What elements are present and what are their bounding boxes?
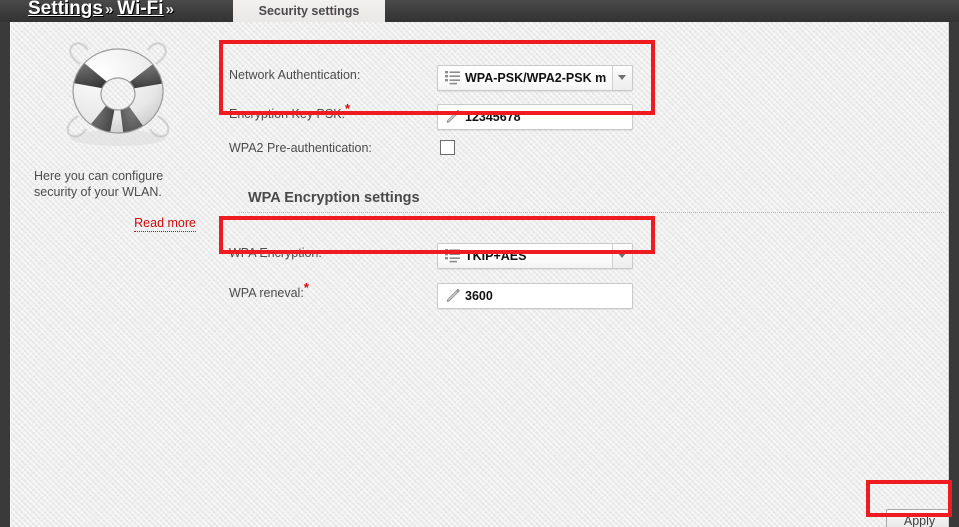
label-wpa-reneval: WPA reneval:* — [229, 281, 309, 300]
select-wpa-encryption[interactable]: TKIP+AES — [437, 243, 633, 269]
input-encryption-key-psk[interactable]: 12345678 — [437, 104, 633, 130]
read-more-link[interactable]: Read more — [134, 216, 196, 232]
section-divider — [239, 212, 944, 213]
pencil-icon — [445, 109, 461, 125]
pencil-icon — [445, 288, 461, 304]
label-wpa-encryption: WPA Encryption: — [229, 246, 322, 260]
row-wpa2-preauthentication: WPA2 Pre-authentication: — [229, 135, 849, 165]
chevron-down-icon[interactable] — [612, 244, 632, 268]
label-encryption-key-psk-text: Encryption Key PSK: — [229, 107, 346, 121]
label-wpa-reneval-text: WPA reneval: — [229, 286, 304, 300]
section-title: WPA Encryption settings — [248, 190, 420, 206]
content-panel: Here you can configure security of your … — [10, 22, 949, 527]
label-encryption-key-psk: Encryption Key PSK:* — [229, 102, 350, 121]
checkbox-wpa2-preauthentication[interactable] — [440, 140, 455, 155]
row-encryption-key-psk: Encryption Key PSK:* 12345678 — [229, 101, 849, 131]
row-wpa-encryption: WPA Encryption: TKIP+AES — [229, 240, 849, 270]
help-column: Here you can configure security of your … — [18, 36, 218, 232]
required-asterisk: * — [303, 279, 309, 295]
apply-button[interactable]: Apply — [886, 509, 948, 527]
breadcrumb: Settings» Wi-Fi» — [28, 0, 178, 22]
breadcrumb-item-settings[interactable]: Settings — [28, 0, 103, 19]
row-network-authentication: Network Authentication: WPA-PSK/WPA2-PSK… — [229, 62, 849, 92]
section-header-wpa-encryption-settings: WPA Encryption settings — [239, 190, 944, 213]
label-wpa2-preauthentication: WPA2 Pre-authentication: — [229, 141, 372, 155]
row-wpa-reneval: WPA reneval:* 3600 — [229, 280, 849, 310]
breadcrumb-item-wifi[interactable]: Wi-Fi — [117, 0, 163, 19]
lifebuoy-icon — [48, 36, 188, 154]
label-network-authentication: Network Authentication: — [229, 68, 361, 82]
input-wpa-reneval-value: 3600 — [465, 289, 493, 303]
breadcrumb-separator: » — [104, 1, 114, 18]
read-more-wrap: Read more — [18, 214, 218, 232]
select-network-authentication[interactable]: WPA-PSK/WPA2-PSK m — [437, 65, 633, 91]
list-icon — [445, 71, 460, 85]
tab-security-settings[interactable]: Security settings — [233, 0, 385, 22]
help-text: Here you can configure security of your … — [34, 169, 164, 199]
select-network-authentication-value: WPA-PSK/WPA2-PSK m — [465, 71, 607, 85]
input-encryption-key-psk-value: 12345678 — [465, 110, 521, 124]
chevron-down-icon[interactable] — [612, 66, 632, 90]
select-wpa-encryption-value: TKIP+AES — [465, 249, 527, 263]
top-navigation-bar: Settings» Wi-Fi» Security settings — [0, 0, 959, 22]
breadcrumb-separator: » — [165, 1, 174, 18]
input-wpa-reneval[interactable]: 3600 — [437, 283, 633, 309]
required-asterisk: * — [345, 100, 351, 116]
list-icon — [445, 249, 460, 263]
